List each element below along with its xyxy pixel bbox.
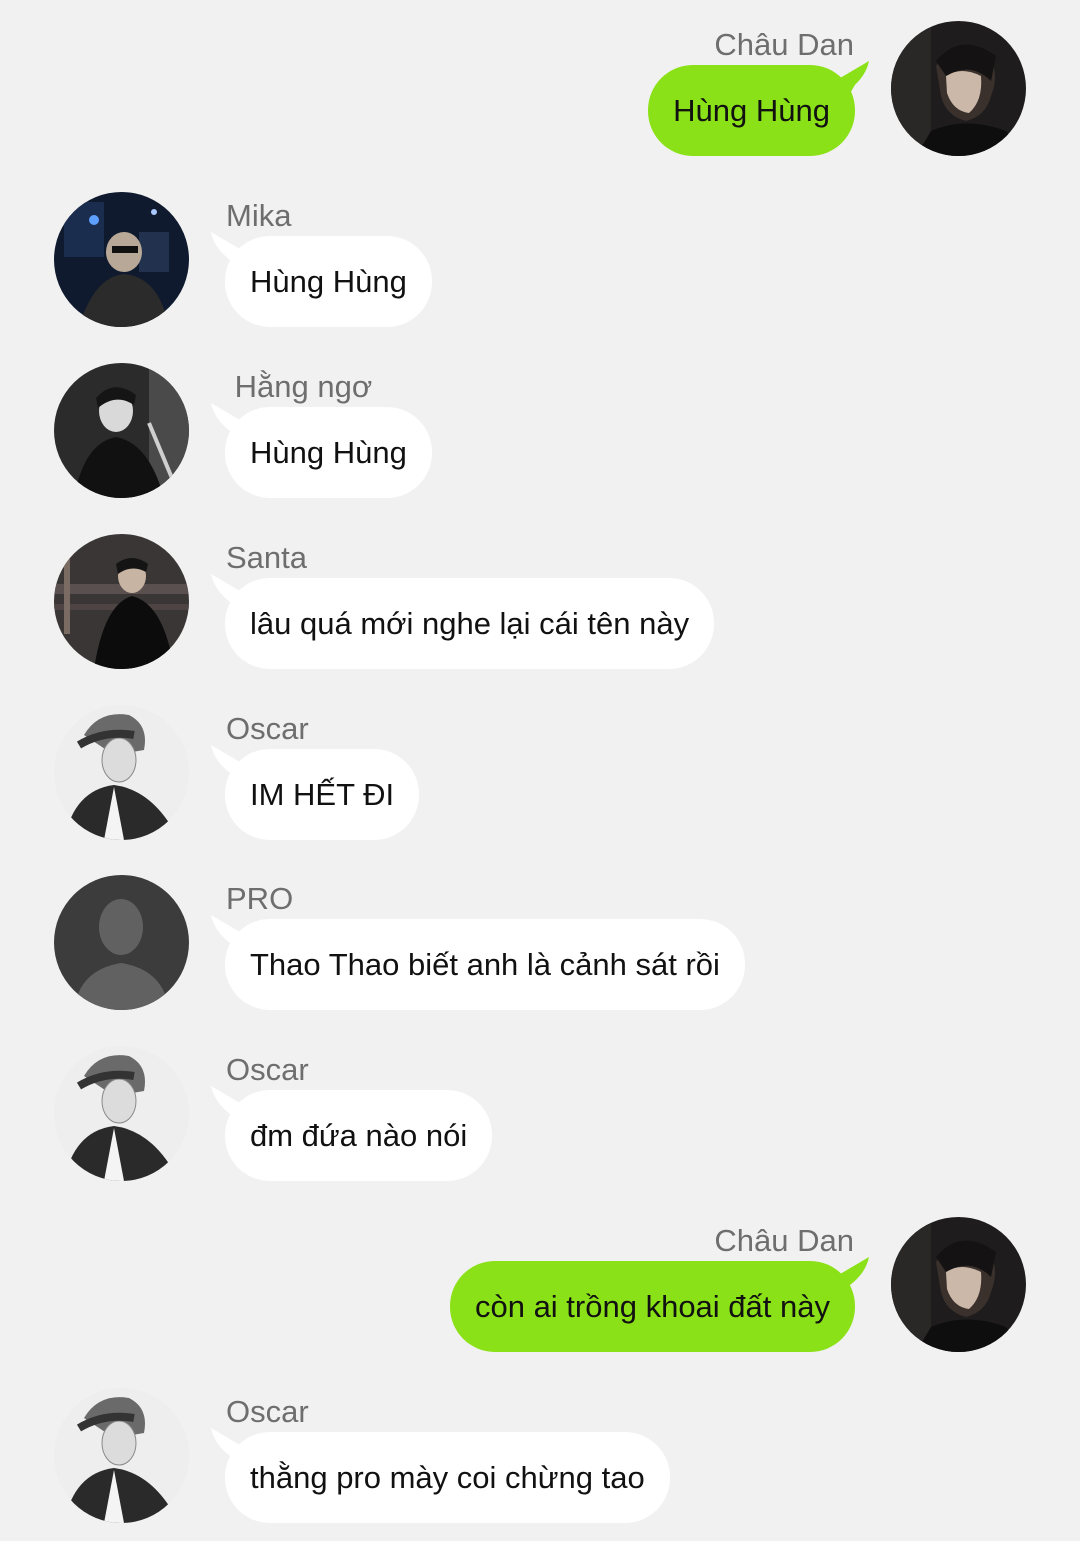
profile-photo-icon [54, 705, 189, 840]
message-bubble[interactable]: thằng pro mày coi chừng tao [225, 1432, 670, 1523]
avatar[interactable] [54, 705, 189, 840]
sender-name: Santa [226, 540, 308, 575]
sender-name: PRO [226, 881, 294, 916]
avatar[interactable] [54, 1388, 189, 1523]
sender-name: Châu Dan [714, 1223, 854, 1258]
message-row: Santa lâu quá mới nghe lại cái tên này [0, 534, 1080, 674]
avatar[interactable] [891, 1217, 1026, 1352]
chat-message-list[interactable]: Châu Dan Hùng Hùng Mika Hùng Hùng Hằng n… [0, 0, 1080, 1541]
message-row: Oscar IM HẾT ĐI [0, 705, 1080, 845]
avatar[interactable] [54, 192, 189, 327]
message-row: PRO Thao Thao biết anh là cảnh sát rồi [0, 875, 1080, 1015]
avatar[interactable] [891, 21, 1026, 156]
profile-photo-icon [54, 363, 189, 498]
message-row: Oscar đm đứa nào nói [0, 1046, 1080, 1186]
sender-name: Oscar [226, 711, 309, 746]
profile-photo-icon [891, 21, 1026, 156]
message-bubble[interactable]: đm đứa nào nói [225, 1090, 493, 1181]
message-bubble[interactable]: Hùng Hùng [225, 236, 432, 327]
avatar[interactable] [54, 875, 189, 1010]
profile-photo-icon [54, 534, 189, 669]
sender-name: Mika [226, 198, 292, 233]
message-bubble[interactable]: lâu quá mới nghe lại cái tên này [225, 578, 715, 669]
sender-name: Hằng ngơ [226, 369, 373, 404]
sender-name: Châu Dan [714, 27, 854, 62]
profile-photo-icon [891, 1217, 1026, 1352]
avatar[interactable] [54, 1046, 189, 1181]
message-bubble[interactable]: còn ai trồng khoai đất này [449, 1261, 855, 1352]
default-person-silhouette-icon [54, 875, 189, 1010]
sender-name: Oscar [226, 1052, 309, 1087]
avatar[interactable] [54, 363, 189, 498]
message-bubble[interactable]: Hùng Hùng [648, 65, 855, 156]
message-row: Châu Dan Hùng Hùng [0, 21, 1080, 161]
message-row: Hằng ngơ Hùng Hùng [0, 363, 1080, 503]
avatar[interactable] [54, 534, 189, 669]
message-row: Châu Dan còn ai trồng khoai đất này [0, 1217, 1080, 1357]
message-bubble[interactable]: IM HẾT ĐI [225, 749, 420, 840]
sender-name: Oscar [226, 1394, 309, 1429]
profile-photo-icon [54, 192, 189, 327]
message-bubble[interactable]: Hùng Hùng [225, 407, 432, 498]
profile-photo-icon [54, 1388, 189, 1523]
message-row: Mika Hùng Hùng [0, 192, 1080, 332]
message-row: Oscar thằng pro mày coi chừng tao [0, 1388, 1080, 1528]
profile-photo-icon [54, 1046, 189, 1181]
message-bubble[interactable]: Thao Thao biết anh là cảnh sát rồi [225, 919, 745, 1010]
